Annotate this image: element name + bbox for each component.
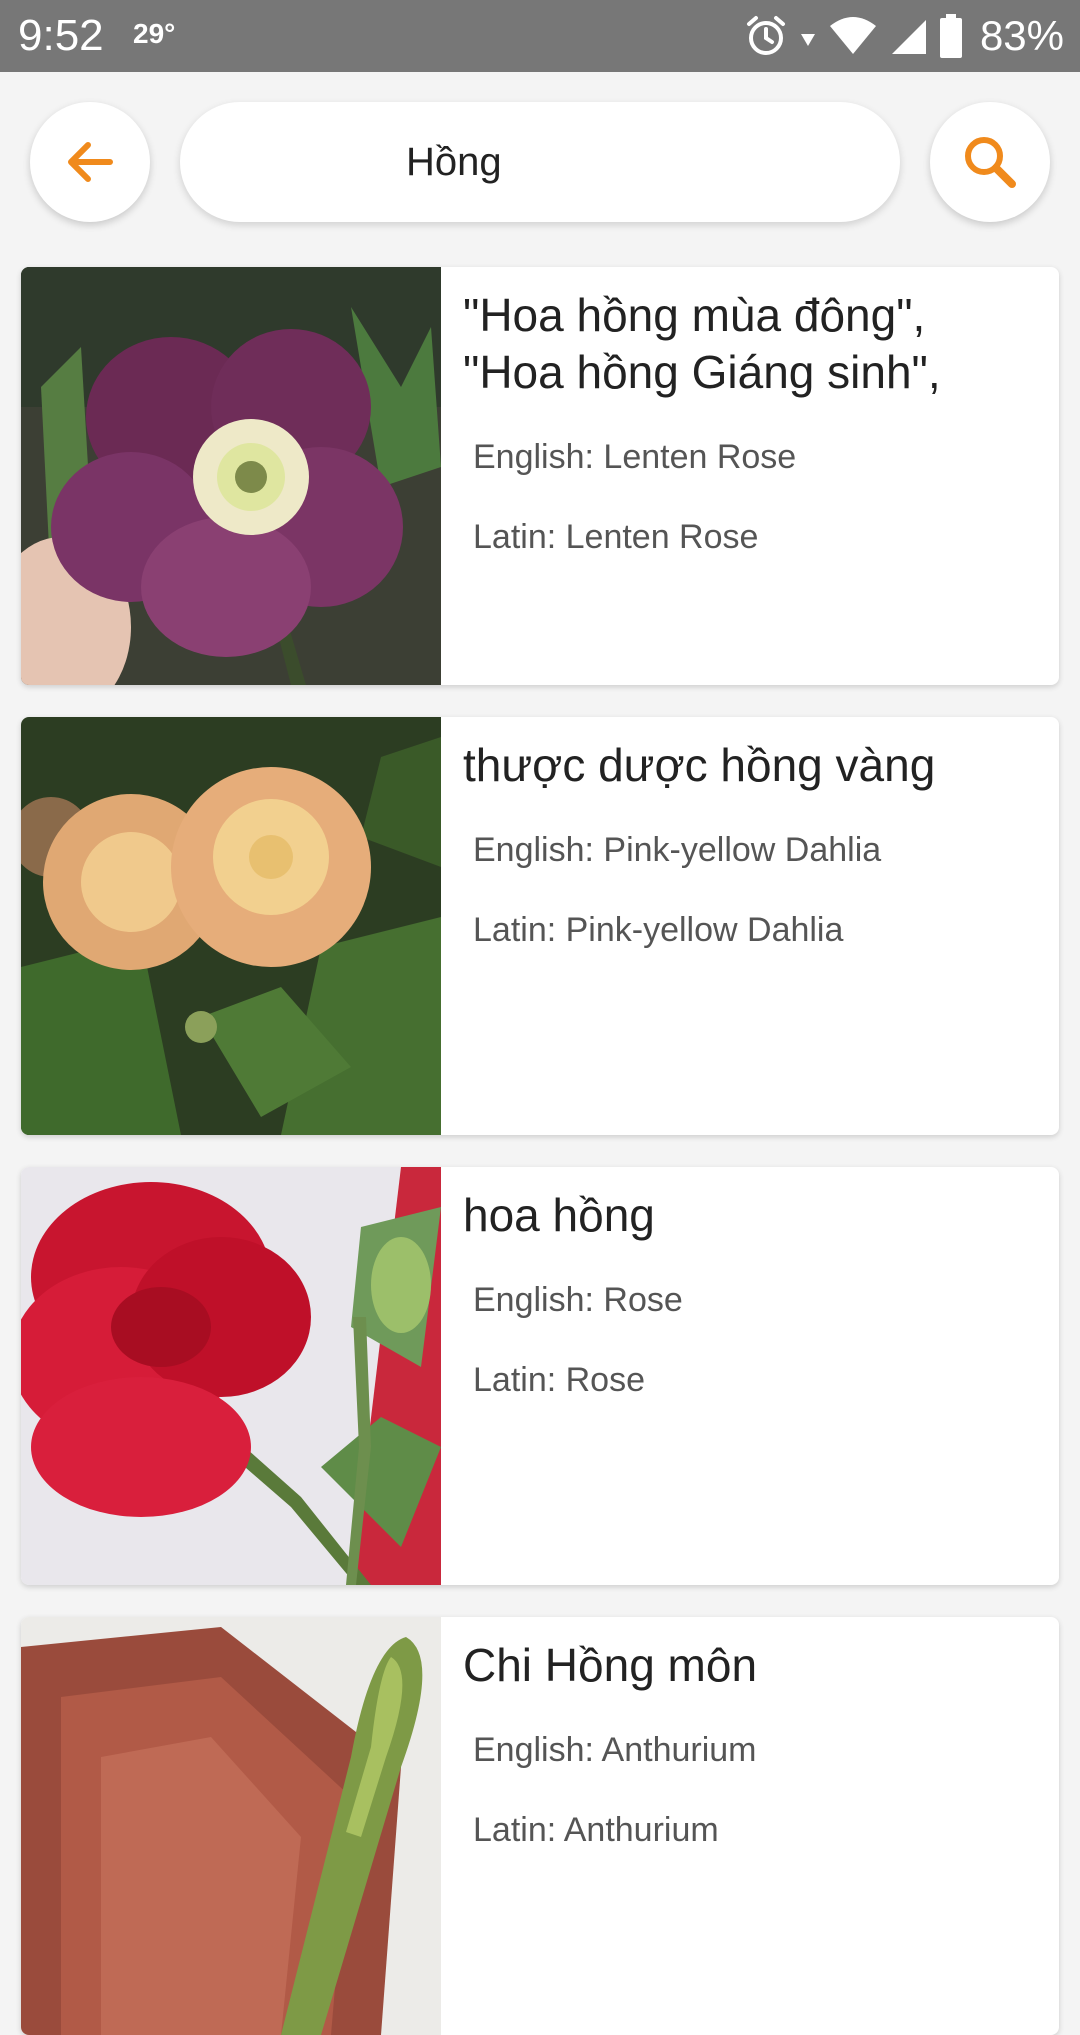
signal-icon xyxy=(891,20,926,54)
result-english-name: English: Lenten Rose xyxy=(473,438,797,476)
result-english-name: English: Pink-yellow Dahlia xyxy=(473,831,882,869)
search-query: Hồng xyxy=(406,140,502,184)
wifi-icon xyxy=(829,17,876,54)
back-arrow-icon xyxy=(68,142,113,182)
result-title: Chi Hồng môn xyxy=(463,1639,758,1691)
result-latin-name: Latin: Pink-yellow Dahlia xyxy=(473,911,844,949)
battery-icon xyxy=(939,14,962,58)
dahlia-image xyxy=(21,717,441,1135)
search-icon xyxy=(965,137,1016,188)
status-bar: 9:52 29° 83% xyxy=(0,0,1080,72)
back-button[interactable] xyxy=(30,102,150,222)
result-latin-name: Latin: Anthurium xyxy=(473,1811,719,1849)
result-info: Chi Hồng môn English: Anthurium Latin: A… xyxy=(463,1637,1035,1890)
result-info: hoa hồng English: Rose Latin: Rose xyxy=(463,1187,1035,1440)
result-card[interactable]: hoa hồng English: Rose Latin: Rose xyxy=(21,1167,1059,1585)
anthurium-image xyxy=(21,1617,441,2035)
result-info: thược dược hồng vàng English: Pink-yello… xyxy=(463,737,1035,990)
result-card[interactable]: thược dược hồng vàng English: Pink-yello… xyxy=(21,717,1059,1135)
status-icons: 83% xyxy=(744,8,1064,64)
result-title: thược dược hồng vàng xyxy=(463,739,936,791)
search-button[interactable] xyxy=(930,102,1050,222)
rose-image xyxy=(21,1167,441,1585)
result-english-name: English: Anthurium xyxy=(473,1731,757,1769)
search-header: Hồng xyxy=(0,72,1080,252)
search-input[interactable]: Hồng xyxy=(180,102,900,222)
lenten-rose-image xyxy=(21,267,441,685)
result-title: hoa hồng xyxy=(463,1189,655,1241)
result-card[interactable]: "Hoa hồng mùa đông", "Hoa hồng Giáng sin… xyxy=(21,267,1059,685)
result-english-name: English: Rose xyxy=(473,1281,683,1319)
result-title: "Hoa hồng mùa đông", "Hoa hồng Giáng sin… xyxy=(463,289,941,398)
result-card[interactable]: Chi Hồng môn English: Anthurium Latin: A… xyxy=(21,1617,1059,2035)
result-info: "Hoa hồng mùa đông", "Hoa hồng Giáng sin… xyxy=(463,287,1035,597)
battery-percent: 83% xyxy=(979,12,1064,59)
result-latin-name: Latin: Lenten Rose xyxy=(473,518,759,556)
data-arrow-icon xyxy=(800,34,815,46)
status-temperature: 29° xyxy=(133,18,176,49)
result-latin-name: Latin: Rose xyxy=(473,1361,645,1399)
status-time: 9:52 xyxy=(18,11,104,60)
alarm-icon xyxy=(746,16,785,55)
